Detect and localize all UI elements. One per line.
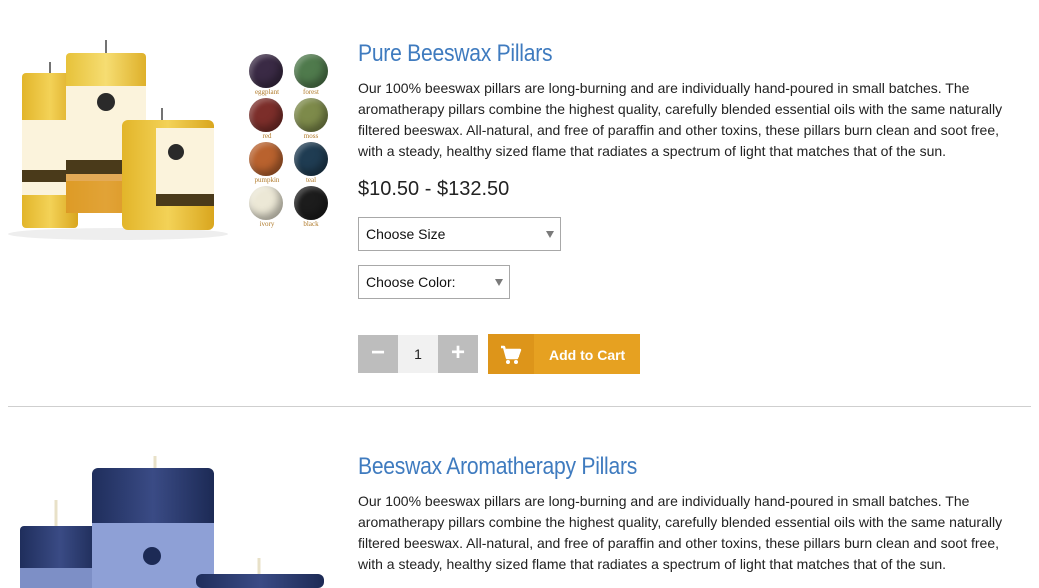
size-select[interactable]: Choose Size (358, 217, 561, 251)
color-select[interactable]: Choose Color: (358, 265, 510, 299)
cart-icon-box (488, 334, 534, 374)
swatch-label: ivory (259, 220, 275, 228)
quantity-input[interactable]: 1 (398, 335, 438, 373)
swatch-label: eggplant (254, 88, 280, 96)
swatch-label: pumpkin (254, 176, 280, 184)
product-divider (8, 406, 1031, 407)
swatch-black (294, 186, 328, 220)
quantity-increase-button[interactable]: + (438, 335, 478, 373)
cart-icon (501, 345, 522, 364)
swatch-label: red (262, 132, 272, 140)
product-description: Our 100% beeswax pillars are long-burnin… (358, 493, 1003, 572)
swatch-label: moss (303, 132, 319, 140)
product-title[interactable]: Pure Beeswax Pillars (358, 40, 553, 68)
beeswax-pillars-image (8, 40, 228, 240)
swatch-eggplant (249, 54, 283, 88)
product-price: $10.50 - $132.50 (358, 178, 510, 200)
product-card-pure-beeswax-pillars: eggplant forest red moss pumpkin teal iv… (0, 0, 1039, 407)
swatch-red (249, 98, 283, 132)
product-description: Our 100% beeswax pillars are long-burnin… (358, 80, 1003, 159)
swatch-pumpkin (249, 142, 283, 176)
add-to-cart-button[interactable]: Add to Cart (488, 334, 640, 374)
product-image-beeswax-pillars[interactable] (0, 0, 240, 255)
swatch-moss (294, 98, 328, 132)
swatch-label: black (303, 220, 319, 228)
add-to-cart-label: Add to Cart (549, 347, 626, 363)
dropdown-arrow-icon (495, 279, 503, 286)
product-image-aromatherapy-pillars[interactable] (0, 408, 330, 588)
product-title[interactable]: Beeswax Aromatherapy Pillars (358, 453, 637, 481)
swatch-teal (294, 142, 328, 176)
aromatherapy-pillars-image (20, 456, 324, 588)
swatch-ivory (249, 186, 283, 220)
product-card-beeswax-aromatherapy-pillars: Beeswax Aromatherapy Pillars Our 100% be… (0, 408, 1039, 588)
swatch-label: forest (303, 88, 319, 96)
swatch-forest (294, 54, 328, 88)
dropdown-arrow-icon (546, 231, 554, 238)
size-select-value: Choose Size (366, 226, 446, 242)
quantity-decrease-button[interactable]: − (358, 335, 398, 373)
swatch-label: teal (305, 176, 317, 184)
color-select-value: Choose Color: (366, 274, 456, 290)
